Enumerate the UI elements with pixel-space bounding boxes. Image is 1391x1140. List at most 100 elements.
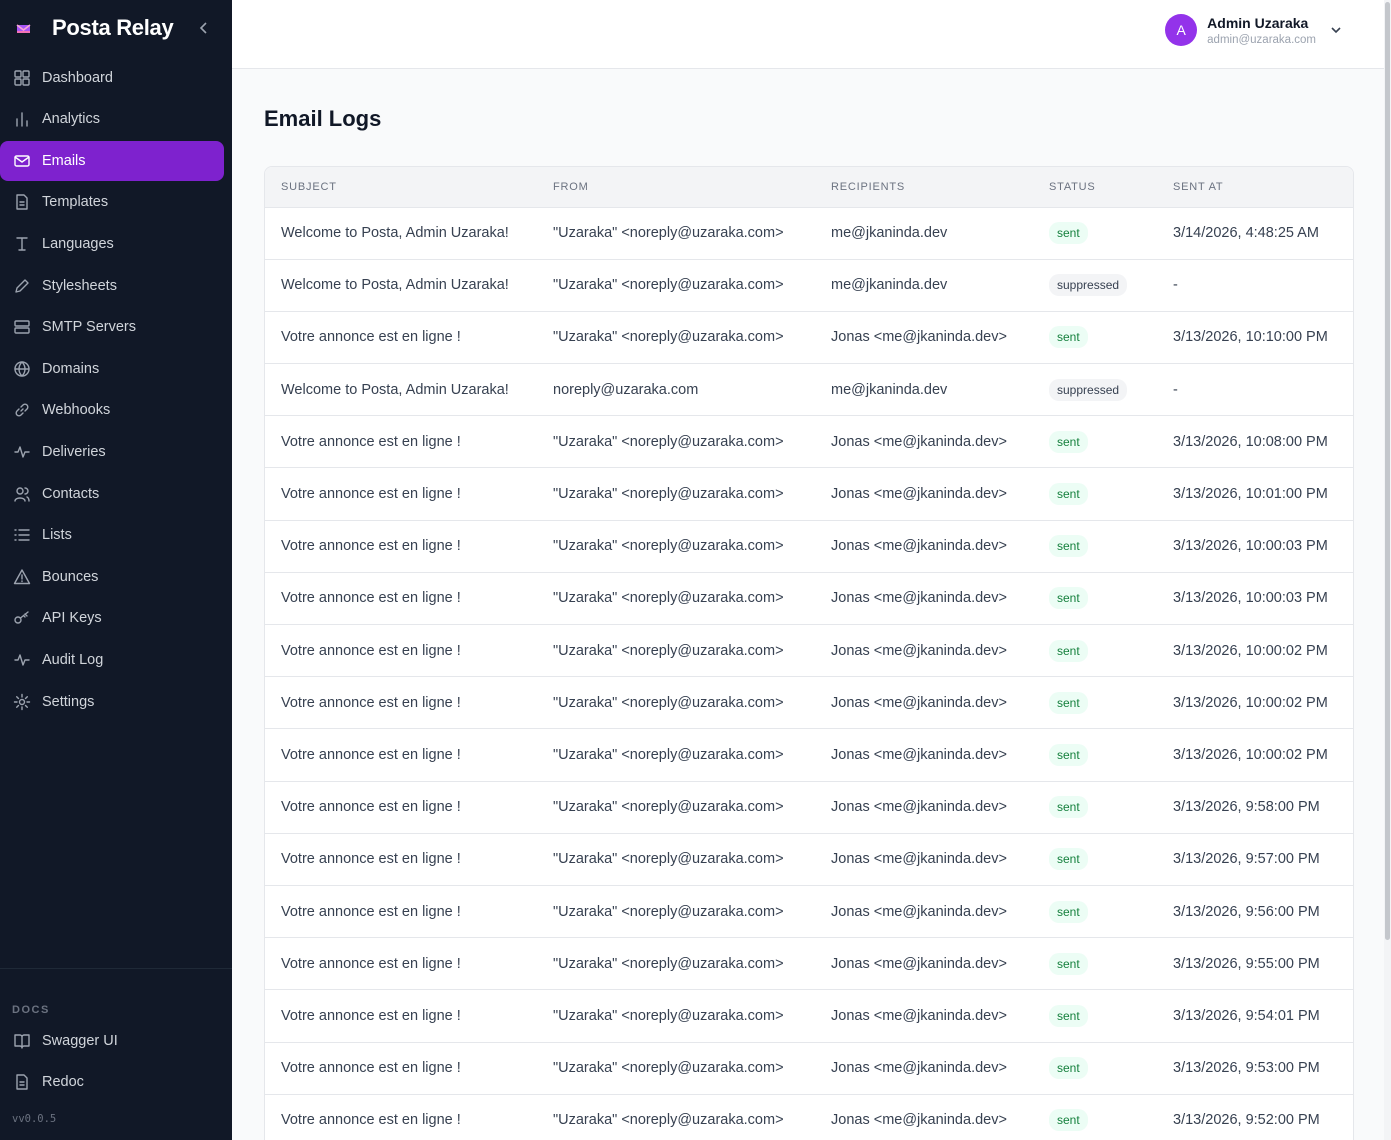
- from-cell: "Uzaraka" <noreply@uzaraka.com>: [537, 676, 815, 730]
- sidebar-item-contacts[interactable]: Contacts: [0, 474, 224, 514]
- scrollbar-thumb[interactable]: [1385, 2, 1390, 940]
- from-cell: "Uzaraka" <noreply@uzaraka.com>: [537, 207, 815, 260]
- sent-at-cell: 3/13/2026, 10:00:02 PM: [1157, 676, 1353, 730]
- from-cell: "Uzaraka" <noreply@uzaraka.com>: [537, 885, 815, 939]
- table-row[interactable]: Votre annonce est en ligne ! "Uzaraka" <n…: [265, 572, 1353, 626]
- recipients-cell: me@jkaninda.dev: [815, 363, 1033, 417]
- table-row[interactable]: Votre annonce est en ligne ! "Uzaraka" <n…: [265, 1042, 1353, 1095]
- docs-item-redoc[interactable]: Redoc: [0, 1062, 224, 1102]
- sent-at-cell: 3/13/2026, 9:52:00 PM: [1157, 1094, 1353, 1140]
- status-cell: sent: [1033, 311, 1157, 365]
- table-row[interactable]: Votre annonce est en ligne ! "Uzaraka" <n…: [265, 989, 1353, 1043]
- from-cell: "Uzaraka" <noreply@uzaraka.com>: [537, 781, 815, 834]
- pen-icon: [13, 277, 31, 295]
- sent-at-cell: 3/13/2026, 9:53:00 PM: [1157, 1042, 1353, 1095]
- table-row[interactable]: Votre annonce est en ligne ! "Uzaraka" <n…: [265, 781, 1353, 834]
- from-cell: "Uzaraka" <noreply@uzaraka.com>: [537, 833, 815, 886]
- file-icon: [13, 193, 31, 211]
- status-cell: sent: [1033, 415, 1157, 469]
- table-row[interactable]: Votre annonce est en ligne ! "Uzaraka" <n…: [265, 833, 1353, 886]
- sent-at-cell: 3/13/2026, 10:00:02 PM: [1157, 728, 1353, 782]
- brand: Posta Relay: [0, 0, 232, 56]
- sidebar-item-lists[interactable]: Lists: [0, 515, 224, 555]
- docs-item-swagger-ui[interactable]: Swagger UI: [0, 1021, 224, 1061]
- table-row[interactable]: Votre annonce est en ligne ! "Uzaraka" <n…: [265, 676, 1353, 730]
- subject-cell: Votre annonce est en ligne !: [265, 624, 537, 678]
- status-badge: sent: [1049, 587, 1088, 610]
- from-cell: "Uzaraka" <noreply@uzaraka.com>: [537, 311, 815, 365]
- sidebar-item-settings[interactable]: Settings: [0, 682, 224, 722]
- nav-label: Stylesheets: [42, 277, 117, 294]
- recipients-cell: me@jkaninda.dev: [815, 259, 1033, 312]
- subject-cell: Votre annonce est en ligne !: [265, 311, 537, 365]
- status-badge: sent: [1049, 222, 1088, 245]
- topbar: A Admin Uzaraka admin@uzaraka.com: [232, 0, 1384, 69]
- globe-icon: [13, 360, 31, 378]
- page-scrollbar[interactable]: [1384, 0, 1391, 1140]
- table-row[interactable]: Votre annonce est en ligne ! "Uzaraka" <n…: [265, 937, 1353, 991]
- sidebar-item-domains[interactable]: Domains: [0, 349, 224, 389]
- nav-label: Deliveries: [42, 443, 106, 460]
- status-badge: sent: [1049, 326, 1088, 349]
- sent-at-cell: 3/13/2026, 10:00:03 PM: [1157, 572, 1353, 626]
- collapse-sidebar-button[interactable]: [192, 16, 216, 40]
- status-badge: sent: [1049, 691, 1088, 714]
- page-title: Email Logs: [264, 106, 382, 131]
- status-cell: sent: [1033, 676, 1157, 730]
- status-badge: sent: [1049, 1057, 1088, 1080]
- sidebar-item-deliveries[interactable]: Deliveries: [0, 432, 224, 472]
- table-row[interactable]: Votre annonce est en ligne ! "Uzaraka" <n…: [265, 520, 1353, 573]
- user-menu[interactable]: A Admin Uzaraka admin@uzaraka.com: [1165, 14, 1344, 46]
- sidebar-item-dashboard[interactable]: Dashboard: [0, 58, 224, 98]
- sent-at-cell: 3/14/2026, 4:48:25 AM: [1157, 207, 1353, 260]
- status-badge: sent: [1049, 796, 1088, 819]
- table-row[interactable]: Votre annonce est en ligne ! "Uzaraka" <n…: [265, 885, 1353, 939]
- nav-label: SMTP Servers: [42, 319, 137, 336]
- subject-cell: Votre annonce est en ligne !: [265, 467, 537, 521]
- status-cell: sent: [1033, 781, 1157, 834]
- from-cell: "Uzaraka" <noreply@uzaraka.com>: [537, 937, 815, 991]
- sidebar-item-analytics[interactable]: Analytics: [0, 99, 224, 139]
- gear-icon: [13, 693, 31, 711]
- sidebar-item-bounces[interactable]: Bounces: [0, 557, 224, 597]
- sent-at-cell: 3/13/2026, 10:00:03 PM: [1157, 520, 1353, 573]
- from-cell: "Uzaraka" <noreply@uzaraka.com>: [537, 624, 815, 678]
- sidebar-item-smtp-servers[interactable]: SMTP Servers: [0, 307, 224, 347]
- sidebar-item-templates[interactable]: Templates: [0, 182, 224, 222]
- table-row[interactable]: Votre annonce est en ligne ! "Uzaraka" <n…: [265, 311, 1353, 365]
- sidebar-item-stylesheets[interactable]: Stylesheets: [0, 266, 224, 306]
- column-header: Status: [1033, 167, 1157, 208]
- recipients-cell: Jonas <me@jkaninda.dev>: [815, 989, 1033, 1043]
- table-row[interactable]: Votre annonce est en ligne ! "Uzaraka" <n…: [265, 728, 1353, 782]
- status-badge: sent: [1049, 639, 1088, 662]
- from-cell: "Uzaraka" <noreply@uzaraka.com>: [537, 1094, 815, 1140]
- email-logs-table: Subject From Recipients Status Sent At Welco…: [264, 166, 1354, 1140]
- sent-at-cell: 3/13/2026, 9:58:00 PM: [1157, 781, 1353, 834]
- from-cell: "Uzaraka" <noreply@uzaraka.com>: [537, 467, 815, 521]
- sidebar-item-audit-log[interactable]: Audit Log: [0, 640, 224, 680]
- status-cell: suppressed: [1033, 363, 1157, 417]
- recipients-cell: Jonas <me@jkaninda.dev>: [815, 676, 1033, 730]
- table-row[interactable]: Votre annonce est en ligne ! "Uzaraka" <n…: [265, 415, 1353, 469]
- table-row[interactable]: Welcome to Posta, Admin Uzaraka! noreply@…: [265, 363, 1353, 417]
- sidebar-item-emails[interactable]: Emails: [0, 140, 224, 181]
- logo-icon: [16, 22, 32, 34]
- sent-at-cell: 3/13/2026, 10:08:00 PM: [1157, 415, 1353, 469]
- sent-at-cell: 3/13/2026, 9:54:01 PM: [1157, 989, 1353, 1043]
- status-badge: sent: [1049, 535, 1088, 558]
- status-badge: suppressed: [1049, 274, 1128, 297]
- sidebar-item-api-keys[interactable]: API Keys: [0, 598, 224, 638]
- table-row[interactable]: Welcome to Posta, Admin Uzaraka! "Uzaraka…: [265, 259, 1353, 312]
- table-row[interactable]: Votre annonce est en ligne ! "Uzaraka" <n…: [265, 1094, 1353, 1140]
- bar-chart-icon: [13, 110, 31, 128]
- sent-at-cell: 3/13/2026, 10:00:02 PM: [1157, 624, 1353, 678]
- nav-label: API Keys: [42, 610, 102, 627]
- sidebar-item-webhooks[interactable]: Webhooks: [0, 390, 224, 430]
- table-row[interactable]: Votre annonce est en ligne ! "Uzaraka" <n…: [265, 467, 1353, 521]
- status-cell: sent: [1033, 467, 1157, 521]
- table-row[interactable]: Votre annonce est en ligne ! "Uzaraka" <n…: [265, 624, 1353, 678]
- sidebar-item-languages[interactable]: Languages: [0, 224, 224, 264]
- mail-icon: [13, 152, 31, 170]
- status-cell: sent: [1033, 1094, 1157, 1140]
- table-row[interactable]: Welcome to Posta, Admin Uzaraka! "Uzaraka…: [265, 207, 1353, 260]
